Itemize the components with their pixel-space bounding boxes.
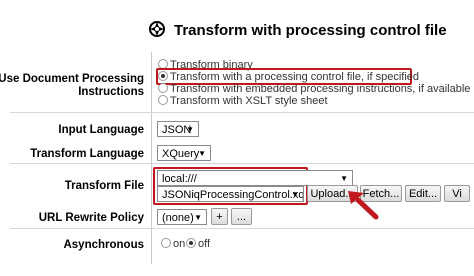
radio-button[interactable] (158, 83, 168, 93)
edit-button[interactable]: Edit... (405, 185, 441, 202)
asynchronous-label: Asynchronous (63, 239, 144, 251)
row-divider (10, 228, 474, 229)
chevron-down-icon: ▼ (186, 125, 194, 134)
row-divider (10, 112, 474, 113)
column-divider (151, 52, 152, 264)
file-select[interactable]: JSONiqProcessingControl.xq ▼ (157, 186, 304, 202)
async-on-option[interactable]: on (161, 238, 185, 250)
input-language-label: Input Language (58, 124, 144, 136)
radio-transform-control-file[interactable]: Transform with a processing control file… (158, 71, 419, 83)
radio-button[interactable] (158, 95, 168, 105)
transform-language-label: Transform Language (30, 148, 144, 160)
radio-button[interactable] (161, 238, 171, 248)
url-rewrite-select[interactable]: (none) ▼ (157, 209, 207, 225)
chevron-down-icon: ▼ (340, 174, 348, 183)
radio-transform-embedded[interactable]: Transform with embedded processing instr… (158, 83, 470, 95)
add-button[interactable]: + (211, 208, 228, 225)
chevron-down-icon: ▼ (198, 149, 206, 158)
processing-label: Use Document Processing Instructions (0, 73, 144, 98)
radio-transform-xslt[interactable]: Transform with XSLT style sheet (158, 95, 328, 107)
radio-button-selected[interactable] (158, 71, 168, 81)
chevron-down-icon: ▼ (291, 190, 299, 199)
location-select[interactable]: local:///▼ (157, 170, 353, 186)
row-divider (10, 163, 474, 164)
more-button[interactable]: ... (231, 208, 252, 225)
input-language-select[interactable]: JSON ▼ (157, 121, 199, 137)
url-rewrite-label: URL Rewrite Policy (38, 212, 144, 224)
async-off-option[interactable]: off (186, 238, 210, 250)
chevron-down-icon: ▼ (194, 213, 202, 222)
view-button[interactable]: Vi (444, 185, 470, 202)
radio-button-selected[interactable] (186, 238, 196, 248)
gear-cog-icon (149, 21, 165, 37)
red-arrow-icon (348, 191, 379, 220)
transform-language-select[interactable]: XQuery ▼ (157, 145, 211, 161)
transform-file-label: Transform File (64, 180, 144, 192)
page-title: Transform with processing control file (174, 22, 447, 39)
